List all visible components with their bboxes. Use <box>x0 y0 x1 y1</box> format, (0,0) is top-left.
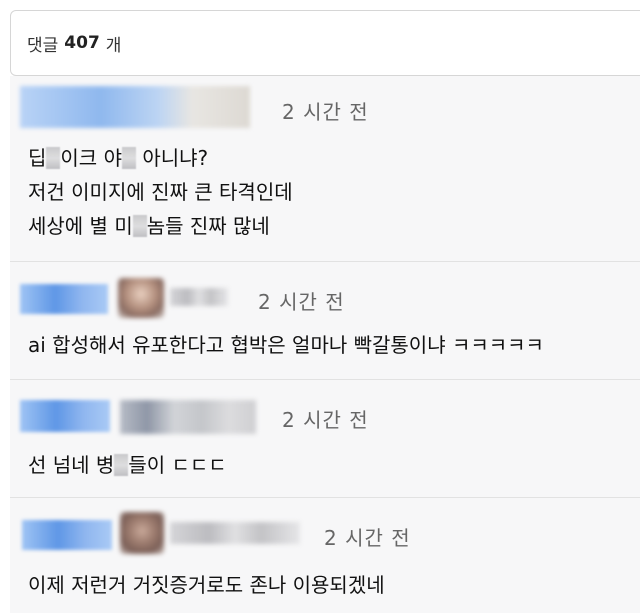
comment-count-header: 댓글 407 개 <box>10 10 640 76</box>
censor-mosaic <box>114 454 129 476</box>
comment-text: 놈들 진짜 많네 <box>146 214 270 238</box>
comment-body: ai 합성해서 유포한다고 협박은 얼마나 빡갈통이냐 ㅋㅋㅋㅋㅋ <box>28 333 544 357</box>
comment-body: 선 넘네 병 들이 ㄷㄷㄷ <box>28 448 227 482</box>
censor-mosaic <box>46 147 61 169</box>
comment-text: 선 넘네 병 <box>28 453 115 477</box>
comment-text: 이크 야 <box>60 146 122 170</box>
comment-body: 딥 이크 야 아니냐? 저건 이미지에 진짜 큰 타격인데 세상에 별 미 놈들 진… <box>28 141 293 243</box>
comment-time: 2 시간 전 <box>258 290 345 314</box>
author-name-blurred[interactable] <box>170 288 228 306</box>
comment-text: 저건 이미지에 진짜 큰 타격인데 <box>28 180 293 204</box>
comment-time: 2 시간 전 <box>324 526 411 550</box>
comment-text: 딥 <box>28 146 47 170</box>
author-blurred <box>20 86 250 128</box>
comment-text: 세상에 별 미 <box>28 214 133 238</box>
avatar[interactable] <box>118 278 164 318</box>
comment-body: 이제 저런거 거짓증거로도 존나 이용되겠네 <box>28 573 385 597</box>
censor-mosaic <box>132 215 147 237</box>
comment-item: 2 시간 전 이제 저런거 거짓증거로도 존나 이용되겠네 <box>10 497 640 613</box>
comment-text: 아니냐? <box>142 146 209 170</box>
author-name-blurred[interactable] <box>120 400 256 434</box>
comment-item: 2 시간 전 ai 합성해서 유포한다고 협박은 얼마나 빡갈통이냐 ㅋㅋㅋㅋㅋ <box>10 261 640 379</box>
author-badge-blurred <box>20 400 110 432</box>
author-name-blurred[interactable] <box>170 522 300 544</box>
comment-item: 2 시간 전 딥 이크 야 아니냐? 저건 이미지에 진짜 큰 타격인데 세상에 … <box>10 76 640 261</box>
author-badge-blurred <box>22 520 112 550</box>
comment-text: 들이 ㄷㄷㄷ <box>128 453 227 477</box>
author-badge-blurred <box>20 284 108 314</box>
avatar[interactable] <box>120 512 164 554</box>
censor-mosaic <box>121 147 136 169</box>
comment-count: 407 <box>64 33 100 53</box>
comment-count-unit: 개 <box>105 35 122 56</box>
comment-label: 댓글 <box>27 35 59 56</box>
comment-time: 2 시간 전 <box>282 408 369 432</box>
comment-item: 2 시간 전 선 넘네 병 들이 ㄷㄷㄷ <box>10 379 640 497</box>
comment-time: 2 시간 전 <box>282 100 369 124</box>
